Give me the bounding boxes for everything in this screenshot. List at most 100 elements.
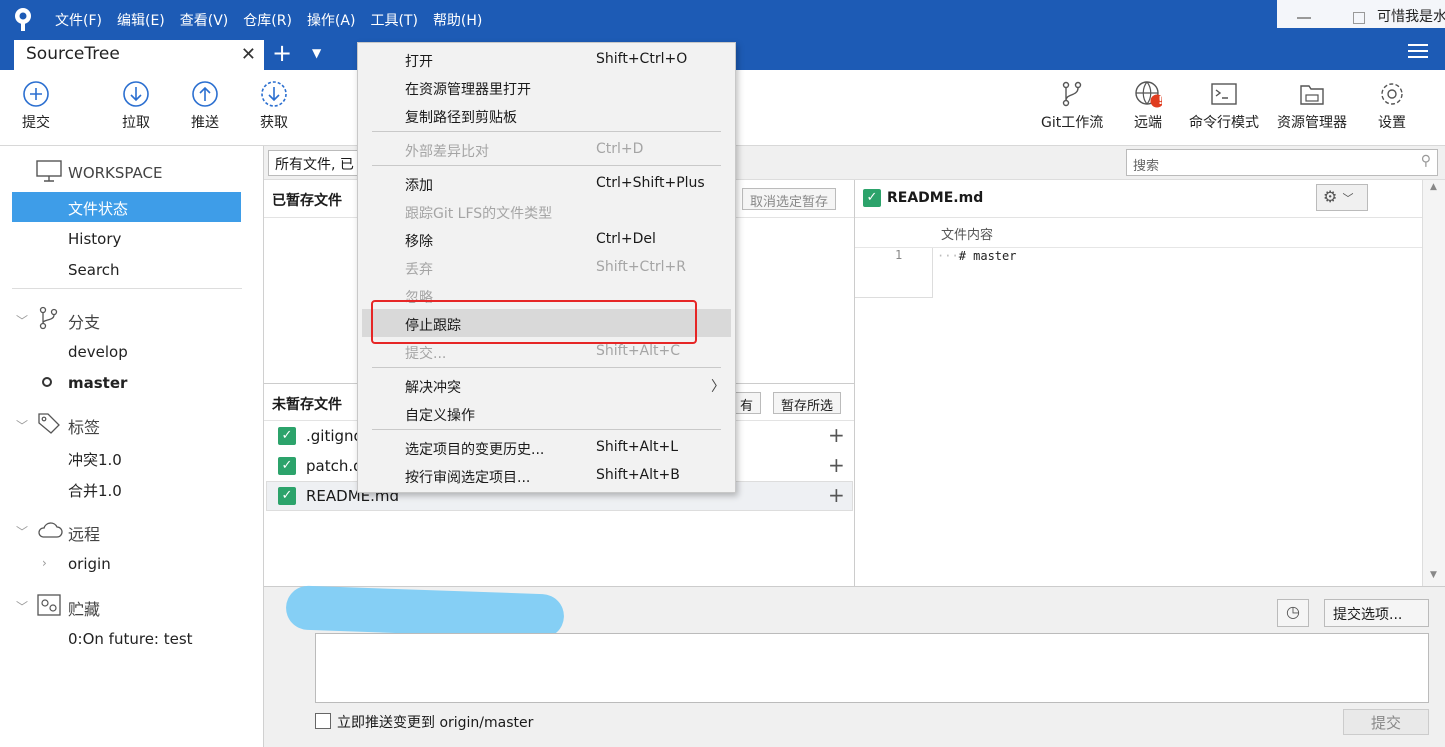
menu-item-open-in-explorer[interactable]: 在资源管理器里打开 (358, 73, 735, 101)
chevron-down-icon[interactable]: ▼ (312, 46, 321, 60)
minimize-icon[interactable] (1297, 17, 1311, 19)
menu-item-shortcut: Shift+Alt+C (596, 343, 681, 359)
menu-separator (372, 131, 721, 132)
code-line-text: # master (958, 249, 1017, 263)
push-toolbar-button[interactable]: 推送 (191, 80, 219, 132)
stage-file-plus-icon[interactable]: + (828, 453, 845, 477)
file-name: patch.d (306, 457, 363, 475)
sidebar-branch-master[interactable]: master (68, 374, 127, 392)
menu-tools[interactable]: 工具(T) (370, 10, 417, 30)
menu-separator (372, 367, 721, 368)
menu-item-copy-path[interactable]: 复制路径到剪贴板 (358, 101, 735, 129)
chevron-down-icon: ﹀ (1342, 192, 1354, 205)
background-window-title: 可惜我是水 (1377, 9, 1445, 25)
menu-separator (372, 165, 721, 166)
commit-history-button[interactable]: ◷ (1277, 599, 1309, 627)
chevron-down-icon[interactable]: ﹀ (16, 417, 28, 434)
branch-icon (39, 306, 58, 330)
stage-all-button[interactable]: 有 (732, 392, 762, 414)
menu-item-shortcut: Ctrl+D (596, 141, 644, 157)
checkbox-checked-icon[interactable]: ✓ (278, 487, 296, 505)
chevron-down-icon[interactable]: ﹀ (16, 598, 28, 615)
chevron-right-icon: 〉 (711, 379, 725, 395)
checkbox-checked-icon[interactable]: ✓ (863, 189, 881, 207)
diff-panel: ✓ README.md ⚙ ﹀ 文件内容 1 ···# master (854, 180, 1423, 586)
sidebar-tag-item[interactable]: 合并1.0 (68, 480, 122, 501)
chevron-down-icon[interactable]: ﹀ (16, 523, 28, 540)
menu-item-open[interactable]: 打开 Shift+Ctrl+O (358, 45, 735, 73)
search-icon: ⚲ (1420, 153, 1431, 169)
pull-toolbar-button[interactable]: 拉取 (122, 80, 150, 132)
chevron-down-icon[interactable]: ﹀ (16, 312, 28, 329)
menu-item-label: 移除 (405, 234, 433, 250)
hamburger-menu-icon[interactable] (1408, 44, 1428, 62)
unstage-selected-button[interactable]: 取消选定暂存 (742, 188, 837, 210)
new-tab-plus-icon[interactable]: + (272, 39, 292, 67)
push-toolbar-label: 推送 (191, 115, 219, 131)
stash-icon (37, 594, 61, 616)
menu-item-add[interactable]: 添加 Ctrl+Shift+Plus (358, 169, 735, 197)
menu-help[interactable]: 帮助(H) (433, 10, 482, 30)
sidebar-remote-origin[interactable]: origin (68, 555, 111, 573)
checkbox-checked-icon[interactable]: ✓ (278, 427, 296, 445)
menu-item-blame-selected[interactable]: 按行审阅选定项目... Shift+Alt+B (358, 461, 735, 489)
menu-item-custom-actions[interactable]: 自定义操作 (358, 399, 735, 427)
menu-item-shortcut: Shift+Alt+B (596, 467, 680, 483)
sidebar-branch-develop[interactable]: develop (68, 343, 128, 361)
menu-edit[interactable]: 编辑(E) (117, 10, 165, 30)
scroll-down-arrow-icon[interactable]: ▼ (1430, 570, 1437, 580)
close-icon[interactable]: ✕ (241, 44, 256, 65)
menu-item-label: 提交... (405, 346, 447, 362)
sidebar-tag-item[interactable]: 冲突1.0 (68, 449, 122, 470)
menu-item-log-selected[interactable]: 选定项目的变更历史... Shift+Alt+L (358, 433, 735, 461)
push-immediately-checkbox[interactable] (315, 713, 331, 729)
commit-toolbar-button[interactable]: 提交 (22, 80, 50, 132)
menu-view[interactable]: 查看(V) (180, 10, 229, 30)
current-branch-icon (42, 377, 52, 387)
remote-toolbar-label: 远端 (1134, 115, 1162, 131)
menu-repository[interactable]: 仓库(R) (243, 10, 292, 30)
stage-selected-button[interactable]: 暂存所选 (773, 392, 842, 414)
terminal-toolbar-button[interactable]: 命令行模式 (1189, 80, 1259, 132)
stage-file-plus-icon[interactable]: + (828, 483, 845, 507)
sidebar-item-search[interactable]: Search (68, 261, 120, 279)
git-flow-toolbar-button[interactable]: Git工作流 (1041, 80, 1103, 132)
chevron-right-icon[interactable]: › (42, 556, 47, 570)
terminal-toolbar-label: 命令行模式 (1189, 115, 1259, 131)
stage-file-plus-icon[interactable]: + (828, 423, 845, 447)
menu-item-remove[interactable]: 移除 Ctrl+Del (358, 225, 735, 253)
fetch-toolbar-button[interactable]: 获取 (260, 80, 288, 132)
checkbox-checked-icon[interactable]: ✓ (278, 457, 296, 475)
remote-alert-badge: ! (1158, 94, 1164, 107)
diff-settings-button[interactable]: ⚙ ﹀ (1316, 184, 1368, 211)
sidebar-item-file-status[interactable]: 文件状态 (68, 198, 128, 219)
menu-item-label: 跟踪Git LFS的文件类型 (405, 206, 553, 222)
commit-options-button[interactable]: 提交选项... (1324, 599, 1429, 627)
search-input[interactable]: 搜索 ⚲ (1126, 149, 1438, 176)
workspace-heading: WORKSPACE (68, 164, 163, 182)
menu-item-resolve-conflicts[interactable]: 解决冲突 〉 (358, 371, 735, 399)
diff-vertical-scrollbar[interactable]: ▲ ▼ (1422, 180, 1445, 586)
commit-button[interactable]: 提交 (1343, 709, 1429, 735)
scroll-up-arrow-icon[interactable]: ▲ (1430, 182, 1437, 192)
plus-circle-icon (23, 81, 49, 107)
folder-icon (1300, 85, 1324, 105)
unstaged-files-title: 未暂存文件 (272, 397, 342, 413)
menu-file[interactable]: 文件(F) (55, 10, 102, 30)
explorer-toolbar-button[interactable]: 资源管理器 (1277, 80, 1347, 132)
tab-label: SourceTree (26, 44, 120, 64)
tab-sourcetree[interactable]: SourceTree ✕ (14, 40, 264, 70)
menu-item-shortcut: Ctrl+Del (596, 231, 656, 247)
staged-files-title: 已暂存文件 (272, 193, 342, 209)
pull-toolbar-label: 拉取 (122, 115, 150, 131)
menu-actions[interactable]: 操作(A) (307, 10, 356, 30)
settings-toolbar-button[interactable]: 设置 (1378, 80, 1406, 132)
commit-area: ◷ 提交选项... 立即推送变更到 origin/master 提交 (264, 585, 1445, 747)
menu-item-shortcut: Shift+Ctrl+O (596, 51, 688, 67)
maximize-icon[interactable] (1353, 12, 1365, 24)
sidebar-item-history[interactable]: History (68, 230, 121, 248)
commit-message-input[interactable] (315, 633, 1429, 703)
sidebar-stash-item[interactable]: 0:On future: test (68, 630, 193, 648)
menu-item-label: 外部差异比对 (405, 144, 489, 160)
diff-file-name: README.md (887, 190, 984, 206)
